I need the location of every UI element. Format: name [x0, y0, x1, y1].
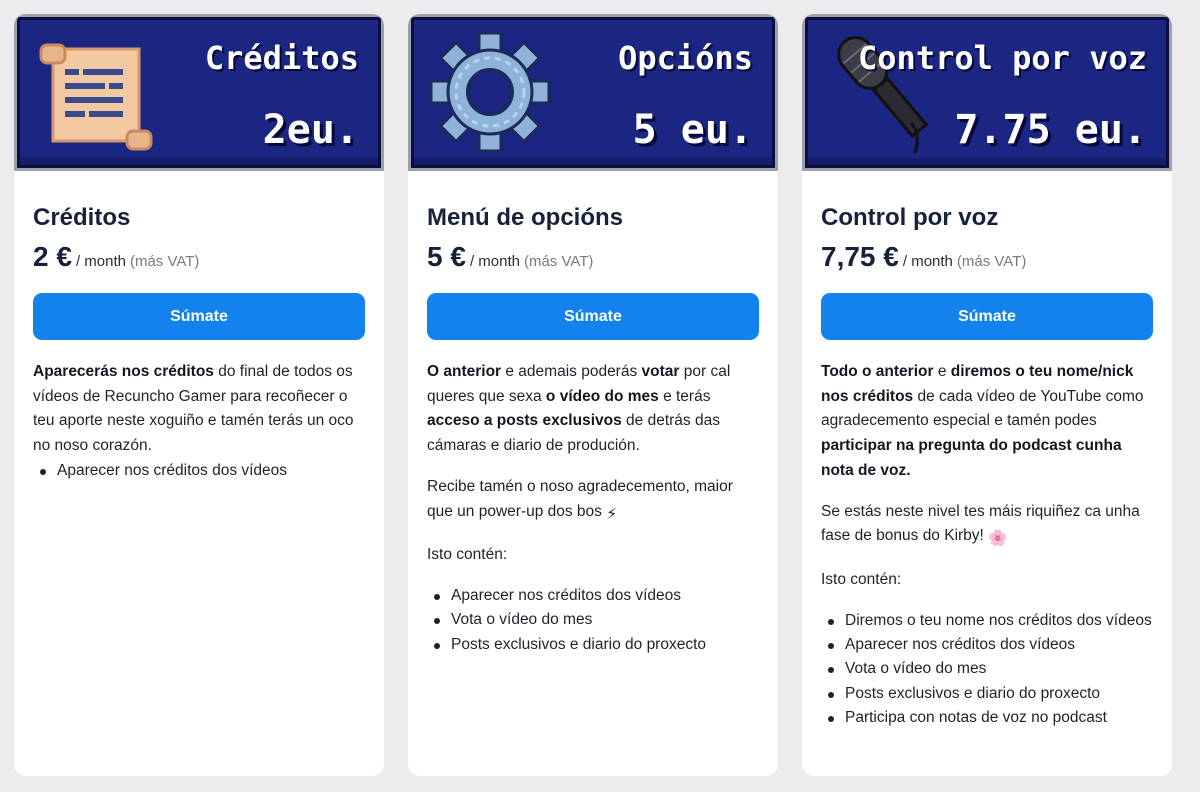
- benefit-item: Diremos o teu nome nos créditos dos víde…: [821, 609, 1153, 633]
- banner-title: Créditos: [204, 39, 359, 77]
- flower-icon: 🌸: [988, 530, 1008, 548]
- price-period: / month: [75, 253, 126, 270]
- banner-price: 2eu.: [262, 107, 359, 153]
- benefits-list: Aparecer nos créditos dos vídeos: [33, 459, 365, 483]
- price-line: 5 € / month (más VAT): [427, 239, 759, 280]
- bold-text: votar: [641, 363, 680, 380]
- benefits-list: Diremos o teu nome nos créditos dos víde…: [821, 609, 1153, 731]
- description-paragraph: Se estás neste nivel tes máis riquiñez c…: [821, 500, 1153, 552]
- price-vat: (más VAT): [129, 253, 200, 270]
- benefit-item: Aparecer nos créditos dos vídeos: [821, 633, 1153, 657]
- benefits-intro: Isto contén:: [427, 546, 508, 564]
- tier-name: Créditos: [33, 204, 131, 231]
- text: Recibe tamén o noso agradecemento, maior…: [427, 477, 733, 520]
- benefits-list: Aparecer nos créditos dos vídeos Vota o v…: [427, 584, 759, 657]
- description-paragraph: Recibe tamén o noso agradecemento, maior…: [427, 475, 759, 527]
- bold-text: O anterior: [427, 363, 502, 380]
- tier-card-creditos: Créditos 2eu. Créditos 2 € / month (más VA…: [14, 14, 384, 776]
- banner-price: 7.75 eu.: [954, 107, 1147, 153]
- description-paragraph: Aparecerás nos créditos do final de todo…: [33, 360, 365, 459]
- banner-price: 5 eu.: [632, 107, 753, 153]
- text: e: [933, 363, 951, 380]
- tier-card-opcions: Opcións 5 eu. Menú de opcións 5 € / month…: [408, 14, 778, 776]
- price-line: 2 € / month (más VAT): [33, 239, 365, 280]
- join-button[interactable]: Súmate: [427, 293, 759, 340]
- tier-banner: Control por voz 7.75 eu.: [802, 14, 1172, 171]
- join-button[interactable]: Súmate: [33, 293, 365, 340]
- text: Se estás neste nivel tes máis riquiñez c…: [821, 502, 1140, 545]
- benefit-item: Aparecer nos créditos dos vídeos: [427, 584, 759, 608]
- benefits-intro: Isto contén:: [821, 570, 902, 588]
- text: e terás: [658, 387, 711, 405]
- price-period: / month: [469, 253, 520, 270]
- tier-banner: Opcións 5 eu.: [408, 14, 778, 171]
- tier-card-control-por-voz: Control por voz 7.75 eu. Control por voz…: [802, 14, 1172, 776]
- tier-banner: Créditos 2eu.: [14, 14, 384, 171]
- description-paragraph: O anterior e ademais poderás votar por c…: [427, 360, 759, 459]
- description-paragraph: Todo o anterior e diremos o teu nome/nic…: [821, 360, 1153, 484]
- tier-description: O anterior e ademais poderás votar por c…: [427, 360, 759, 657]
- bold-text: o vídeo do mes: [545, 387, 659, 405]
- price-amount: 7,75 €: [821, 241, 899, 272]
- benefit-item: Posts exclusivos e diario do proxecto: [821, 682, 1153, 706]
- scroll-icon: [39, 43, 153, 151]
- bold-text: Todo o anterior: [821, 363, 934, 380]
- benefit-item: Posts exclusivos e diario do proxecto: [427, 633, 759, 657]
- join-button[interactable]: Súmate: [821, 293, 1153, 340]
- price-amount: 5 €: [427, 241, 466, 272]
- bold-text: participar na pregunta do podcast cunha …: [821, 437, 1122, 479]
- tier-name: Menú de opcións: [427, 204, 624, 231]
- price-amount: 2 €: [33, 241, 72, 272]
- tier-name: Control por voz: [821, 204, 999, 231]
- gear-icon: [429, 31, 551, 153]
- benefit-item: Vota o vídeo do mes: [427, 608, 759, 632]
- banner-title: Opcións: [618, 39, 753, 77]
- price-period: / month: [902, 253, 953, 270]
- text: e ademais poderás: [501, 363, 642, 380]
- benefit-item: Aparecer nos créditos dos vídeos: [33, 459, 365, 483]
- price-vat: (más VAT): [956, 253, 1027, 270]
- tier-description: Todo o anterior e diremos o teu nome/nic…: [821, 360, 1153, 731]
- tier-description: Aparecerás nos créditos do final de todo…: [33, 360, 365, 483]
- price-vat: (más VAT): [523, 253, 594, 270]
- lightning-icon: ⚡: [606, 505, 618, 523]
- benefit-item: Participa con notas de voz no podcast: [821, 706, 1153, 730]
- banner-title: Control por voz: [858, 39, 1147, 77]
- benefit-item: Vota o vídeo do mes: [821, 657, 1153, 681]
- price-line: 7,75 € / month (más VAT): [821, 239, 1153, 280]
- bold-text: Aparecerás nos créditos: [33, 363, 214, 380]
- bold-text: acceso a posts exclusivos: [427, 412, 622, 430]
